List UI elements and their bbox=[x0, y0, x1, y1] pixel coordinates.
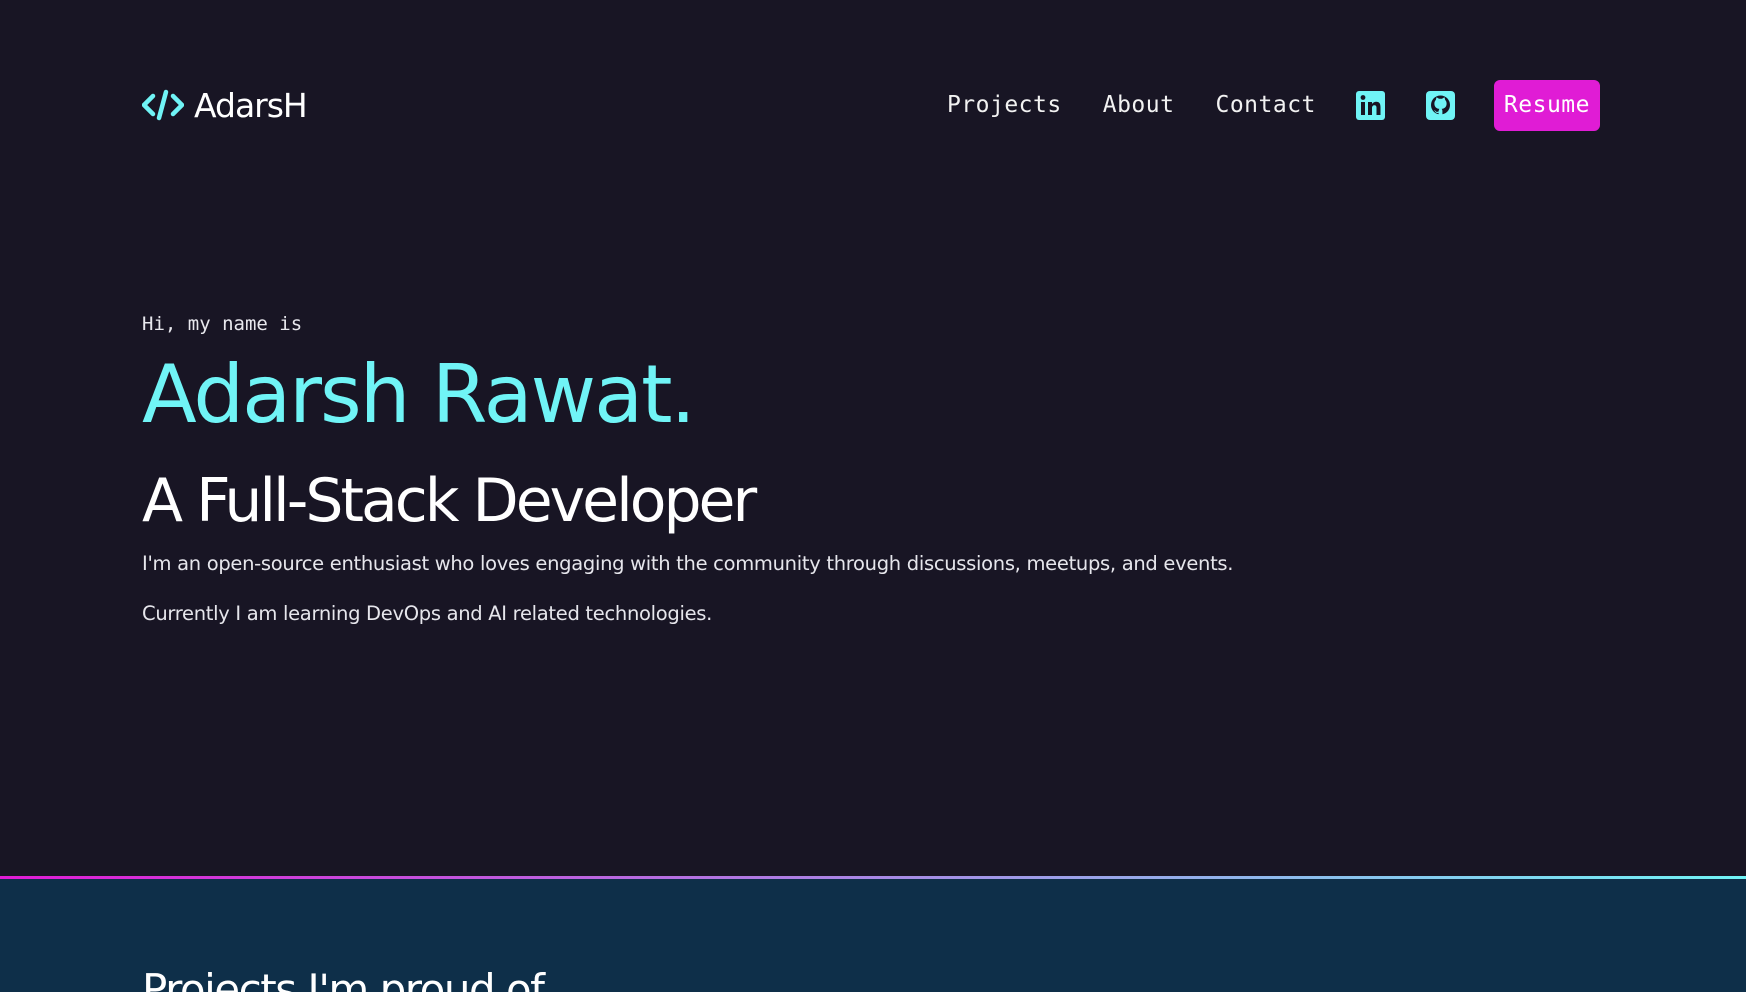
hero-section: Hi, my name is Adarsh Rawat. A Full-Stac… bbox=[142, 300, 1442, 627]
hero-name: Adarsh Rawat. bbox=[142, 348, 696, 441]
site-header: AdarsH Projects About Contact Resume bbox=[0, 0, 1746, 210]
code-brackets-icon bbox=[142, 88, 184, 122]
nav-contact-link[interactable]: Contact bbox=[1215, 92, 1315, 118]
projects-title: Projects I'm proud of bbox=[142, 965, 545, 992]
resume-button[interactable]: Resume bbox=[1493, 79, 1600, 131]
logo-text: AdarsH bbox=[194, 85, 308, 125]
hero-greeting: Hi, my name is bbox=[142, 313, 303, 335]
nav-projects-link[interactable]: Projects bbox=[947, 92, 1062, 118]
hero-bio-learning: Currently I am learning DevOps and AI re… bbox=[142, 602, 713, 625]
hero-role: A Full-Stack Developer bbox=[142, 466, 757, 536]
hero-bio-intro: I'm an open-source enthusiast who loves … bbox=[142, 552, 1234, 575]
projects-section: Projects I'm proud of bbox=[0, 879, 1746, 992]
linkedin-icon[interactable] bbox=[1356, 90, 1386, 120]
main-nav: Projects About Contact Resume bbox=[947, 79, 1600, 131]
nav-about-link[interactable]: About bbox=[1103, 92, 1175, 118]
github-icon[interactable] bbox=[1426, 90, 1456, 120]
logo-link[interactable]: AdarsH bbox=[142, 85, 308, 125]
page: AdarsH Projects About Contact Resume Hi,… bbox=[0, 0, 1746, 992]
